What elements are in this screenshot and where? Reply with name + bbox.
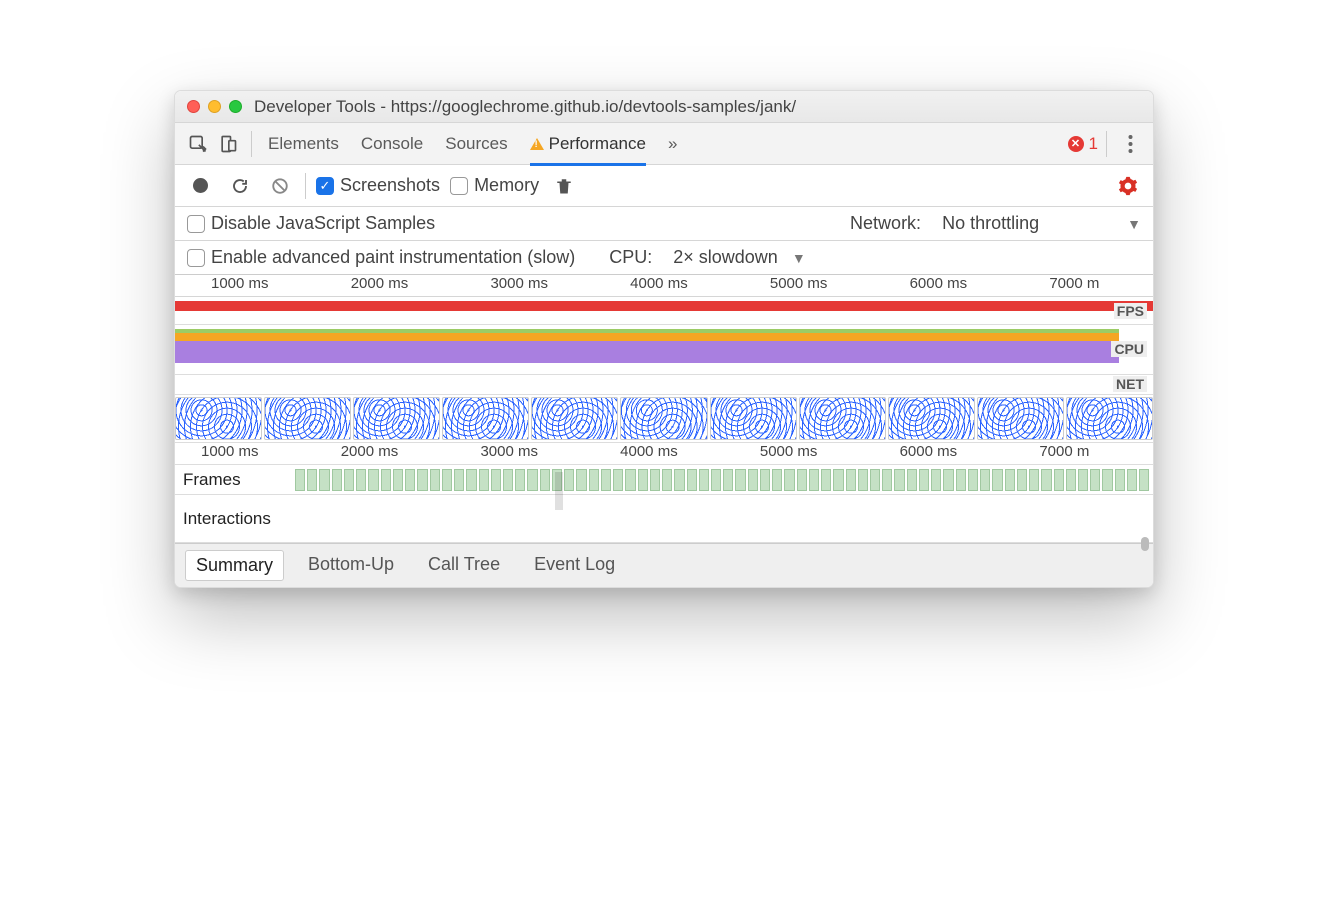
frames-track[interactable]: Frames: [175, 465, 1153, 495]
filmstrip-frame[interactable]: [531, 397, 618, 440]
capture-settings-button[interactable]: [1113, 171, 1143, 201]
filmstrip-frame[interactable]: [442, 397, 529, 440]
filmstrip-frame[interactable]: [264, 397, 351, 440]
chevron-down-icon: ▼: [792, 250, 806, 266]
checkbox-off-icon: [187, 249, 205, 267]
details-tabs: Summary Bottom-Up Call Tree Event Log: [175, 543, 1153, 587]
ruler-tick: 2000 ms: [315, 275, 455, 296]
flame-ruler[interactable]: 1000 ms 2000 ms 3000 ms 4000 ms 5000 ms …: [175, 443, 1153, 465]
ruler-ticks: 1000 ms 2000 ms 3000 ms 4000 ms 5000 ms …: [175, 275, 1153, 296]
panel-tabs: Elements Console Sources Performance »: [268, 123, 677, 165]
close-window-button[interactable]: [187, 100, 200, 113]
window-title: Developer Tools - https://googlechrome.g…: [254, 97, 796, 117]
ruler-tick: 4000 ms: [594, 443, 734, 464]
tab-performance[interactable]: Performance: [530, 124, 646, 166]
settings-row-1: Disable JavaScript Samples Network: No t…: [175, 207, 1153, 241]
tab-summary[interactable]: Summary: [185, 550, 284, 581]
filmstrip-frame[interactable]: [1066, 397, 1153, 440]
ruler-tick: 1000 ms: [175, 443, 315, 464]
hover-marker: [555, 472, 563, 510]
filmstrip-frame[interactable]: [620, 397, 707, 440]
fps-label: FPS: [1114, 303, 1147, 319]
traffic-lights: [187, 100, 242, 113]
checkbox-off-icon: [450, 177, 468, 195]
record-button[interactable]: [185, 171, 215, 201]
cpu-label: CPU: [1111, 341, 1147, 357]
warning-icon: [530, 138, 544, 150]
reload-button[interactable]: [225, 171, 255, 201]
error-count[interactable]: ✕ 1: [1068, 134, 1098, 154]
window-titlebar: Developer Tools - https://googlechrome.g…: [175, 91, 1153, 123]
device-toolbar-button[interactable]: [213, 129, 243, 159]
tab-elements[interactable]: Elements: [268, 123, 339, 165]
net-label: NET: [1113, 376, 1147, 392]
cpu-strip: [175, 341, 1119, 363]
fps-strip: [175, 301, 1153, 311]
separator: [305, 173, 306, 199]
tab-console[interactable]: Console: [361, 123, 423, 165]
zoom-window-button[interactable]: [229, 100, 242, 113]
memory-checkbox[interactable]: Memory: [450, 175, 539, 196]
kebab-menu-button[interactable]: [1115, 129, 1145, 159]
cpu-throttling-select[interactable]: 2× slowdown: [673, 247, 778, 268]
inspect-element-button[interactable]: [183, 129, 213, 159]
disable-js-samples-checkbox[interactable]: Disable JavaScript Samples: [187, 213, 435, 234]
tab-sources[interactable]: Sources: [445, 123, 507, 165]
ruler-tick: 2000 ms: [315, 443, 455, 464]
devtools-window: Developer Tools - https://googlechrome.g…: [174, 90, 1154, 588]
tab-call-tree[interactable]: Call Tree: [418, 550, 510, 581]
ruler-tick: 5000 ms: [734, 275, 874, 296]
vertical-scrollbar-thumb[interactable]: [1141, 537, 1149, 551]
ruler-tick: 5000 ms: [734, 443, 874, 464]
filmstrip-frame[interactable]: [977, 397, 1064, 440]
filmstrip-frame[interactable]: [710, 397, 797, 440]
checkbox-on-icon: ✓: [316, 177, 334, 195]
ruler-tick: 3000 ms: [454, 275, 594, 296]
ruler-tick: 6000 ms: [874, 443, 1014, 464]
tab-bottom-up[interactable]: Bottom-Up: [298, 550, 404, 581]
filmstrip-frame[interactable]: [888, 397, 975, 440]
overview-fps[interactable]: FPS: [175, 297, 1153, 325]
screenshots-checkbox[interactable]: ✓ Screenshots: [316, 175, 440, 196]
checkbox-off-icon: [187, 215, 205, 233]
cpu-label: CPU:: [609, 247, 652, 268]
panel-tabbar: Elements Console Sources Performance » ✕…: [175, 123, 1153, 165]
separator: [1106, 131, 1107, 157]
settings-row-2: Enable advanced paint instrumentation (s…: [175, 241, 1153, 275]
frames-bars: [295, 466, 1153, 494]
gc-button[interactable]: [549, 171, 579, 201]
enable-paint-instrumentation-checkbox[interactable]: Enable advanced paint instrumentation (s…: [187, 247, 575, 268]
minimize-window-button[interactable]: [208, 100, 221, 113]
filmstrip-frame[interactable]: [175, 397, 262, 440]
overview-filmstrip[interactable]: [175, 395, 1153, 443]
overview-net[interactable]: NET: [175, 375, 1153, 395]
tabs-overflow-button[interactable]: »: [668, 123, 677, 165]
track-label: Frames: [175, 467, 295, 493]
ruler-tick: 7000 m: [1013, 275, 1153, 296]
ruler-tick: 3000 ms: [454, 443, 594, 464]
chevron-down-icon: ▼: [1127, 216, 1141, 232]
error-icon: ✕: [1068, 136, 1084, 152]
ruler-tick: 4000 ms: [594, 275, 734, 296]
separator: [251, 131, 252, 157]
tab-event-log[interactable]: Event Log: [524, 550, 625, 581]
network-label: Network:: [850, 213, 921, 234]
ruler-tick: 7000 m: [1013, 443, 1153, 464]
filmstrip-frame[interactable]: [799, 397, 886, 440]
overview-ruler[interactable]: 1000 ms 2000 ms 3000 ms 4000 ms 5000 ms …: [175, 275, 1153, 297]
network-throttling-select[interactable]: No throttling: [942, 213, 1039, 234]
filmstrip-frame[interactable]: [353, 397, 440, 440]
perf-toolbar: ✓ Screenshots Memory: [175, 165, 1153, 207]
ruler-tick: 1000 ms: [175, 275, 315, 296]
ruler-tick: 6000 ms: [874, 275, 1014, 296]
track-label: Interactions: [175, 501, 295, 537]
interactions-track[interactable]: Interactions: [175, 495, 1153, 543]
clear-button[interactable]: [265, 171, 295, 201]
overview-cpu[interactable]: CPU: [175, 325, 1153, 375]
